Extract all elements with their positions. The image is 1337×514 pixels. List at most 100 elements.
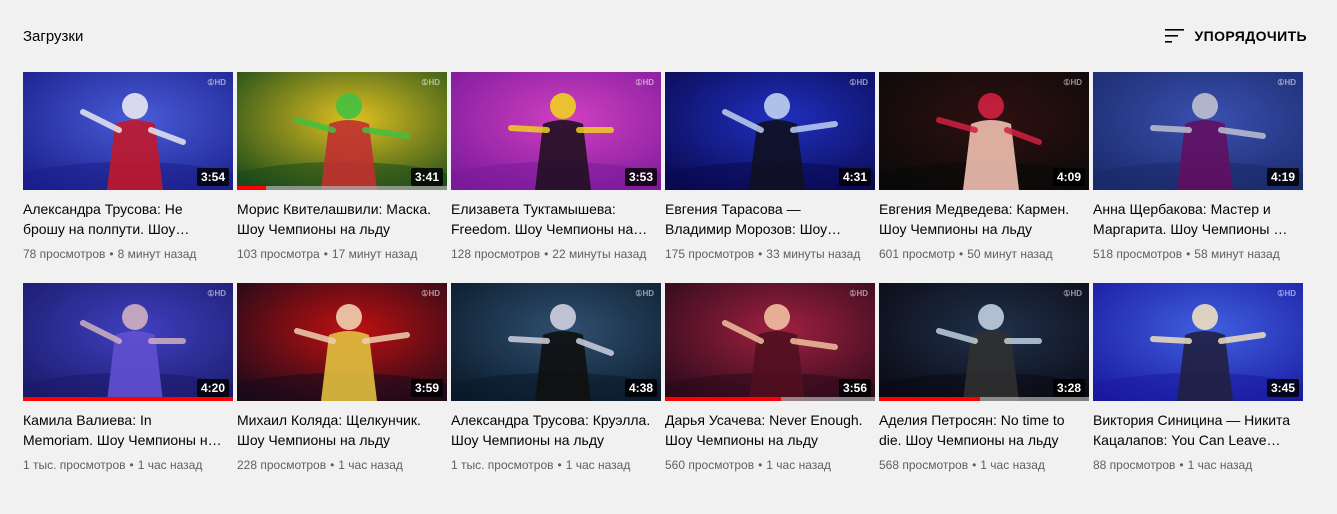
channel-watermark-icon: ①HD [635,289,654,298]
video-title[interactable]: Аделия Петросян: No time to die. Шоу Чем… [879,410,1079,450]
video-title[interactable]: Александра Трусова: Круэлла. Шоу Чемпион… [451,410,651,450]
watch-progress-bar [23,397,233,401]
video-thumbnail[interactable]: ①HD 3:41 [237,72,447,190]
video-meta: Елизавета Туктамышева: Freedom. Шоу Чемп… [451,190,661,263]
video-duration: 3:54 [196,168,229,186]
watch-progress-bar [879,397,1089,401]
separator-dot: • [544,247,549,261]
video-thumbnail[interactable]: ①HD 4:09 [879,72,1089,190]
video-title[interactable]: Дарья Усачева: Never Enough. Шоу Чемпион… [665,410,865,450]
separator-dot: • [109,247,114,261]
video-meta: Камила Валиева: In Memoriam. Шоу Чемпион… [23,401,233,474]
watch-progress-fill [665,397,781,401]
video-grid: ①HD 3:54 Александра Трусова: Не брошу на… [23,72,1303,474]
video-title[interactable]: Морис Квителашвили: Маска. Шоу Чемпионы … [237,199,437,239]
video-meta: Морис Квителашвили: Маска. Шоу Чемпионы … [237,190,447,263]
separator-dot: • [129,458,134,472]
view-count: 1 тыс. просмотров [23,458,126,472]
video-title[interactable]: Анна Щербакова: Мастер и Маргарита. Шоу … [1093,199,1293,239]
section-header: Загрузки УПОРЯДОЧИТЬ [23,24,1307,48]
view-count: 560 просмотров [665,458,755,472]
channel-watermark-icon: ①HD [421,78,440,87]
video-thumbnail[interactable]: ①HD 3:59 [237,283,447,401]
upload-time: 1 час назад [565,458,631,472]
video-card[interactable]: ①HD 4:20 Камила Валиева: In Memoriam. Шо… [23,283,233,474]
video-card[interactable]: ①HD 3:28 Аделия Петросян: No time to die… [879,283,1089,474]
video-meta: Александра Трусова: Не брошу на полпути.… [23,190,233,263]
video-duration: 3:28 [1052,379,1085,397]
view-count: 78 просмотров [23,247,106,261]
channel-watermark-icon: ①HD [207,289,226,298]
video-meta: Аделия Петросян: No time to die. Шоу Чем… [879,401,1089,474]
video-stats: 568 просмотров • 1 час назад [879,456,1079,474]
channel-watermark-icon: ①HD [207,78,226,87]
video-card[interactable]: ①HD 3:54 Александра Трусова: Не брошу на… [23,72,233,263]
video-meta: Евгения Медведева: Кармен. Шоу Чемпионы … [879,190,1089,263]
video-title[interactable]: Евгения Тарасова — Владимир Морозов: Шоу… [665,199,865,239]
video-meta: Анна Щербакова: Мастер и Маргарита. Шоу … [1093,190,1303,263]
watch-progress-fill [23,397,233,401]
video-card[interactable]: ①HD 3:56 Дарья Усачева: Never Enough. Шо… [665,283,875,474]
video-card[interactable]: ①HD 4:09 Евгения Медведева: Кармен. Шоу … [879,72,1089,263]
upload-time: 1 час назад [980,458,1045,472]
separator-dot: • [959,247,964,261]
video-thumbnail[interactable]: ①HD 3:45 [1093,283,1303,401]
video-duration: 4:20 [196,379,229,397]
upload-time: 1 час назад [766,458,831,472]
upload-time: 33 минуты назад [766,247,861,261]
video-thumbnail[interactable]: ①HD 3:53 [451,72,661,190]
video-stats: 175 просмотров • 33 минуты назад [665,245,865,263]
video-stats: 78 просмотров • 8 минут назад [23,245,223,263]
watch-progress-bar [665,397,875,401]
separator-dot: • [330,458,335,472]
video-duration: 3:59 [410,379,443,397]
video-thumbnail[interactable]: ①HD 4:38 [451,283,661,401]
video-title[interactable]: Виктория Синицина — Никита Кацалапов: Yo… [1093,410,1293,450]
video-title[interactable]: Евгения Медведева: Кармен. Шоу Чемпионы … [879,199,1079,239]
video-card[interactable]: ①HD 3:59 Михаил Коляда: Щелкунчик. Шоу Ч… [237,283,447,474]
video-duration: 3:56 [838,379,871,397]
view-count: 228 просмотров [237,458,327,472]
video-thumbnail[interactable]: ①HD 3:28 [879,283,1089,401]
sort-icon [1164,29,1184,43]
sort-button[interactable]: УПОРЯДОЧИТЬ [1164,28,1308,44]
separator-dot: • [557,458,562,472]
video-card[interactable]: ①HD 3:53 Елизавета Туктамышева: Freedom.… [451,72,661,263]
sort-label: УПОРЯДОЧИТЬ [1194,28,1307,44]
separator-dot: • [972,458,977,472]
video-stats: 601 просмотр • 50 минут назад [879,245,1079,263]
separator-dot: • [1179,458,1184,472]
watch-progress-fill [879,397,980,401]
watch-progress-fill [237,186,267,190]
video-title[interactable]: Александра Трусова: Не брошу на полпути.… [23,199,223,239]
video-meta: Виктория Синицина — Никита Кацалапов: Yo… [1093,401,1303,474]
video-thumbnail[interactable]: ①HD 4:31 [665,72,875,190]
video-card[interactable]: ①HD 4:19 Анна Щербакова: Мастер и Маргар… [1093,72,1303,263]
channel-watermark-icon: ①HD [1063,78,1082,87]
watch-progress-bar [237,186,447,190]
video-stats: 560 просмотров • 1 час назад [665,456,865,474]
video-card[interactable]: ①HD 3:41 Морис Квителашвили: Маска. Шоу … [237,72,447,263]
video-duration: 4:31 [838,168,871,186]
video-thumbnail[interactable]: ①HD 3:56 [665,283,875,401]
view-count: 103 просмотра [237,247,320,261]
video-card[interactable]: ①HD 4:31 Евгения Тарасова — Владимир Мор… [665,72,875,263]
video-thumbnail[interactable]: ①HD 3:54 [23,72,233,190]
video-card[interactable]: ①HD 4:38 Александра Трусова: Круэлла. Шо… [451,283,661,474]
video-thumbnail[interactable]: ①HD 4:19 [1093,72,1303,190]
video-title[interactable]: Михаил Коляда: Щелкунчик. Шоу Чемпионы н… [237,410,437,450]
upload-time: 50 минут назад [967,247,1053,261]
video-title[interactable]: Камила Валиева: In Memoriam. Шоу Чемпион… [23,410,223,450]
video-duration: 4:19 [1266,168,1299,186]
upload-time: 1 час назад [1187,458,1253,472]
video-duration: 3:41 [410,168,443,186]
view-count: 88 просмотров [1093,458,1176,472]
view-count: 568 просмотров [879,458,969,472]
upload-time: 1 час назад [338,458,403,472]
upload-time: 22 минуты назад [552,247,647,261]
video-card[interactable]: ①HD 3:45 Виктория Синицина — Никита Каца… [1093,283,1303,474]
video-meta: Михаил Коляда: Щелкунчик. Шоу Чемпионы н… [237,401,447,474]
video-title[interactable]: Елизавета Туктамышева: Freedom. Шоу Чемп… [451,199,651,239]
video-thumbnail[interactable]: ①HD 4:20 [23,283,233,401]
channel-watermark-icon: ①HD [1277,78,1296,87]
